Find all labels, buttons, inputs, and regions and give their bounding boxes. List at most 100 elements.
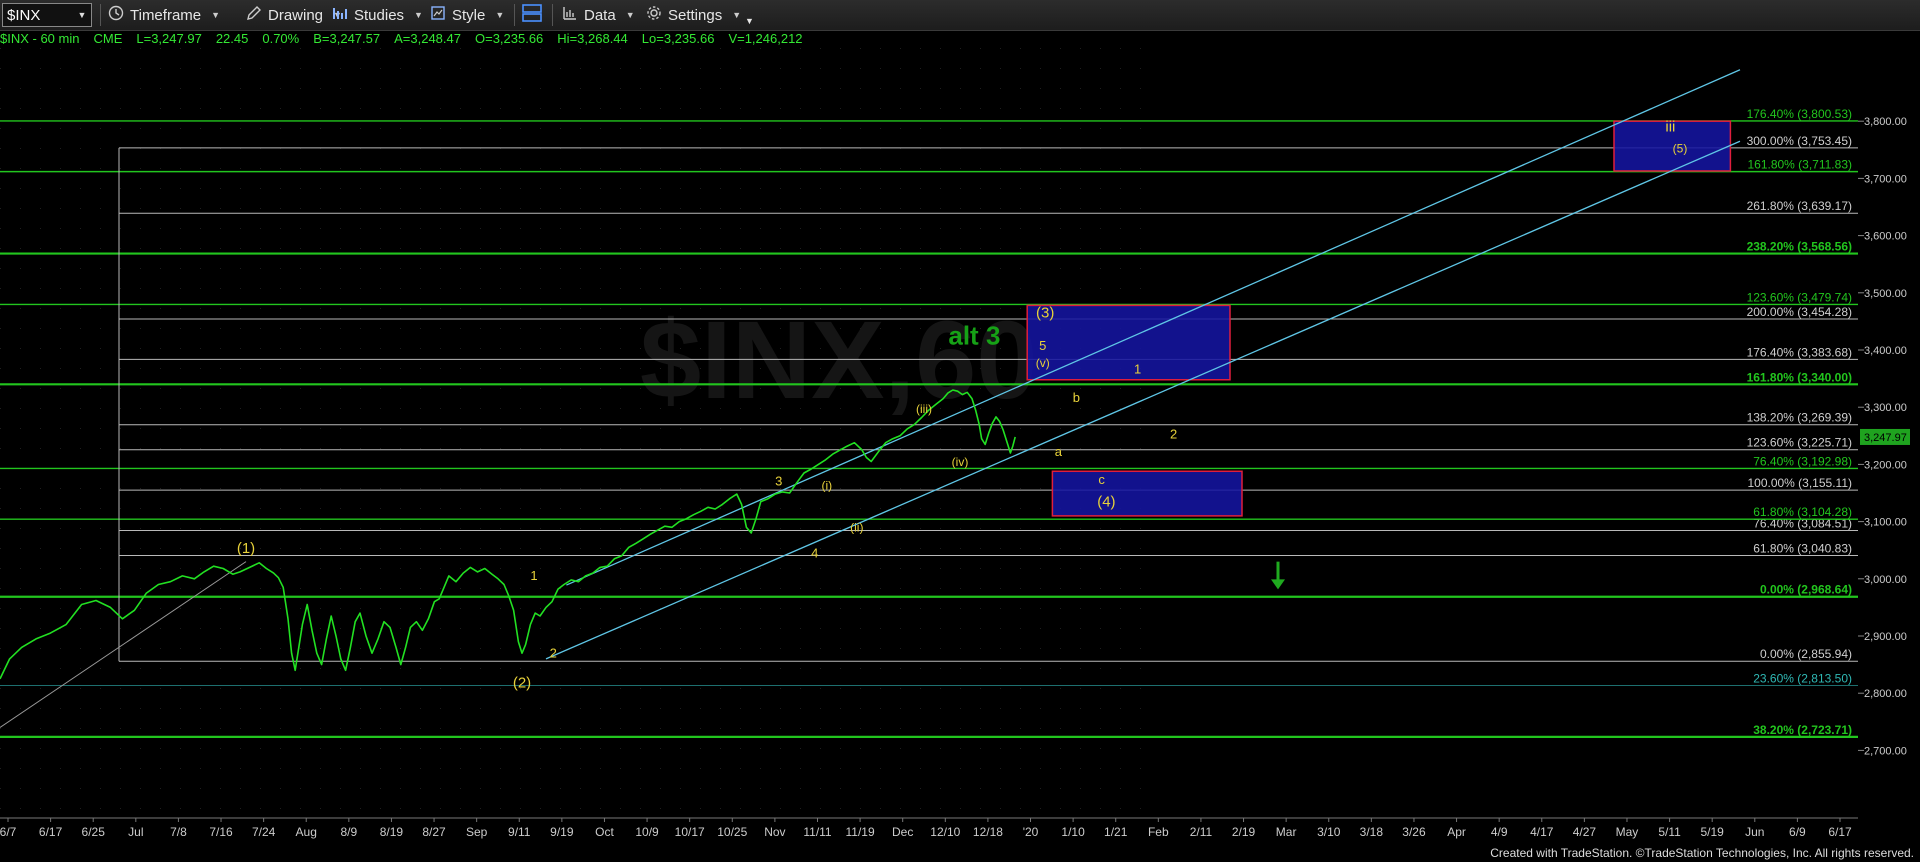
x-tick-label: May — [1616, 825, 1639, 839]
clock-icon — [108, 5, 124, 25]
symbol-value: $INX — [7, 6, 41, 24]
x-tick-label: 9/11 — [508, 825, 531, 839]
x-tick-label: 6/17 — [39, 825, 63, 839]
wave-label: (ii) — [850, 520, 863, 534]
x-tick-label: 6/17 — [1828, 825, 1852, 839]
wave-label: b — [1073, 390, 1080, 405]
x-tick-label: 8/9 — [340, 825, 357, 839]
y-tick-label: 3,400.00 — [1864, 345, 1907, 357]
x-tick-label: Feb — [1148, 825, 1169, 839]
info-last: L=3,247.97 — [136, 31, 202, 46]
wave-label: 1 — [530, 568, 537, 583]
chevron-down-icon: ▼ — [732, 10, 742, 20]
style-label: Style — [452, 6, 486, 24]
x-tick-label: 8/27 — [422, 825, 446, 839]
timeframe-menu[interactable]: Timeframe ▼ — [108, 4, 220, 26]
x-tick-label: 4/9 — [1491, 825, 1508, 839]
y-tick-label: 3,800.00 — [1864, 116, 1907, 128]
style-icon — [430, 5, 446, 25]
x-tick-label: Nov — [764, 825, 785, 839]
x-tick-label: 5/19 — [1701, 825, 1725, 839]
x-tick-label: 6/9 — [1789, 825, 1806, 839]
x-tick-label: Aug — [296, 825, 317, 839]
x-tick-label: 1/10 — [1061, 825, 1085, 839]
y-tick-label: 3,100.00 — [1864, 517, 1907, 529]
chevron-down-icon: ▼ — [77, 10, 87, 20]
last-price-label: 3,247.97 — [1864, 432, 1907, 444]
x-tick-label: 6/7 — [0, 825, 17, 839]
green-fib-label: 38.20% (2,723.71) — [1753, 723, 1852, 737]
data-menu[interactable]: Data ▼ — [562, 4, 635, 26]
settings-menu[interactable]: Settings ▼ — [646, 4, 741, 26]
x-tick-label: '20 — [1023, 825, 1039, 839]
toolbar-divider — [514, 4, 515, 26]
x-tick-label: 10/9 — [635, 825, 659, 839]
x-tick-label: 2/11 — [1190, 825, 1213, 839]
x-tick-label: 4/27 — [1573, 825, 1597, 839]
symbol-select[interactable]: $INX ▼ — [2, 3, 92, 27]
green-fib-label: 0.00% (2,968.64) — [1760, 583, 1852, 597]
copyright-footer: Created with TradeStation. ©TradeStation… — [1490, 846, 1914, 860]
wave-label: (3) — [1036, 304, 1054, 321]
x-tick-label: 12/18 — [973, 825, 1003, 839]
green-fib-label: 161.80% (3,711.83) — [1747, 158, 1852, 172]
x-tick-label: 2/19 — [1232, 825, 1256, 839]
price-axis-background — [1860, 48, 1920, 844]
x-tick-label: Sep — [466, 825, 488, 839]
y-tick-label: 2,800.00 — [1864, 688, 1907, 700]
wave-label: (i) — [821, 479, 832, 493]
x-tick-label: Jul — [128, 825, 143, 839]
chevron-down-icon: ▼ — [495, 10, 505, 20]
info-low: Lo=3,235.66 — [641, 31, 715, 46]
wave-label: (1) — [237, 540, 255, 557]
y-tick-label: 3,700.00 — [1864, 173, 1907, 185]
wave-label: 2 — [550, 646, 557, 661]
layout-button[interactable] — [522, 4, 548, 26]
chevron-down-icon: ▼ — [211, 10, 221, 20]
green-fib-label: 61.80% (3,104.28) — [1753, 505, 1852, 519]
toolbar-divider — [552, 4, 553, 26]
gray-fib-label: 0.00% (2,855.94) — [1760, 647, 1852, 661]
gray-fib-label: 61.80% (3,040.83) — [1753, 541, 1852, 555]
x-tick-label: 11/19 — [846, 825, 875, 839]
wave-label: 2 — [1170, 427, 1177, 442]
x-tick-label: 10/25 — [717, 825, 747, 839]
style-menu[interactable]: Style ▼ — [430, 4, 504, 26]
drawing-menu[interactable]: Drawing ▼ — [246, 4, 342, 26]
x-tick-label: 7/16 — [209, 825, 233, 839]
info-symbol: $INX - 60 min — [0, 31, 80, 46]
overflow-chevron-icon[interactable]: ▼ — [745, 10, 754, 32]
x-tick-label: 6/25 — [82, 825, 106, 839]
info-open: O=3,235.66 — [474, 31, 544, 46]
wave-label: (iv) — [952, 455, 969, 469]
x-tick-label: Oct — [595, 825, 614, 839]
y-tick-label: 3,600.00 — [1864, 231, 1907, 243]
green-fib-label: 123.60% (3,479.74) — [1747, 290, 1852, 304]
info-high: Hi=3,268.44 — [557, 31, 628, 46]
y-tick-label: 2,700.00 — [1864, 745, 1907, 757]
x-tick-label: 3/18 — [1360, 825, 1384, 839]
teal-fib-label: 23.60% (2,813.50) — [1753, 671, 1852, 685]
x-tick-label: Dec — [892, 825, 913, 839]
timeframe-label: Timeframe — [130, 6, 202, 24]
wave-label: (4) — [1097, 494, 1115, 511]
y-tick-label: 3,500.00 — [1864, 288, 1907, 300]
toolbar-divider — [100, 4, 101, 26]
gear-icon — [646, 5, 662, 25]
chevron-down-icon: ▼ — [414, 10, 423, 20]
x-tick-label: 5/11 — [1658, 825, 1681, 839]
x-tick-label: 3/10 — [1317, 825, 1341, 839]
wave-label: iii — [1665, 118, 1675, 135]
quote-infobar: $INX - 60 min CME L=3,247.97 22.45 0.70% B=3,… — [0, 31, 1900, 49]
info-exchange: CME — [93, 31, 123, 46]
studies-label: Studies — [354, 6, 405, 24]
wave-label: 4 — [811, 546, 818, 561]
info-change: 22.45 — [215, 31, 249, 46]
gray-fib-label: 100.00% (3,155.11) — [1747, 476, 1852, 490]
studies-icon — [332, 5, 348, 25]
chart-grid — [0, 48, 1158, 818]
data-label: Data — [584, 6, 616, 24]
price-chart[interactable]: $INX,60 300.00% (3,753.45) 261.80% (3,639… — [0, 48, 1920, 844]
studies-menu[interactable]: Studies ▼ — [332, 4, 423, 26]
green-fib-label: 176.40% (3,800.53) — [1747, 107, 1852, 121]
